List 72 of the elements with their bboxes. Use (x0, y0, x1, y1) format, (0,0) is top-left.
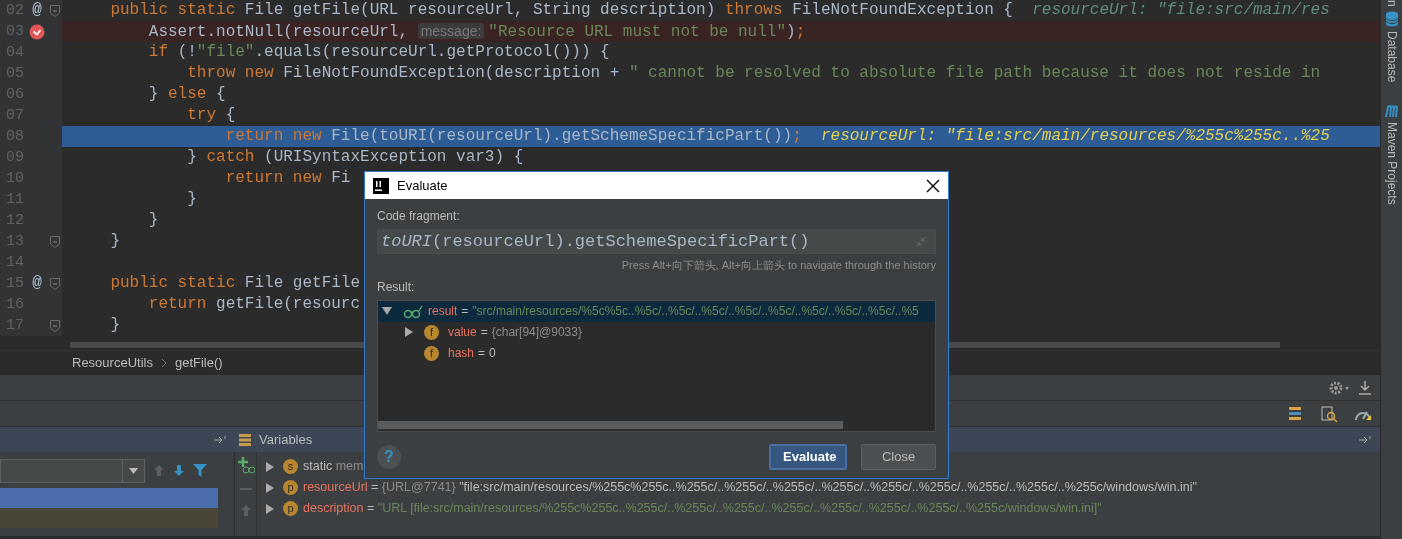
dialog-title: Evaluate (397, 176, 449, 195)
code-line: } (109, 315, 120, 336)
close-button[interactable]: Close (861, 444, 936, 470)
fold-icon[interactable] (50, 319, 60, 332)
expand-arrow-icon[interactable] (265, 503, 275, 514)
hide-icon[interactable] (1358, 379, 1372, 396)
database-icon[interactable] (1384, 10, 1399, 27)
result-entry[interactable]: hash = 0 (448, 344, 496, 362)
expand-arrow-icon[interactable] (382, 306, 392, 316)
caret-icon (129, 468, 138, 474)
tool-window-tab[interactable]: Maven Projects (1382, 122, 1401, 205)
code-fragment-field[interactable]: toURI(resourceUrl).getSchemeSpecificPart() (377, 229, 936, 254)
code-line: } catch (URISyntaxException var3) { (186, 147, 524, 168)
up-arrow-icon[interactable] (239, 504, 252, 517)
tool-window-tab[interactable]: Database (1382, 30, 1401, 83)
field-badge: p (283, 480, 298, 495)
expand-arrow-icon[interactable] (404, 327, 414, 337)
field-badge: p (283, 501, 298, 516)
collapse-icon[interactable] (915, 235, 927, 248)
code-line: } else { (147, 84, 226, 105)
watch-result-icon (402, 303, 424, 319)
override-marker[interactable]: @ (32, 273, 42, 294)
result-label: Result: (377, 278, 416, 296)
field-label: Code fragment: (377, 208, 461, 225)
breadcrumb-item[interactable]: getFile() (174, 353, 223, 373)
parameter-hint: message: (417, 23, 485, 39)
expand-arrow-icon[interactable] (265, 461, 275, 472)
code-line: return new File(toURI(resourceUrl).getSchemeSpecificPart()); resourceUrl: "file:src/main/resources/%255c%255c..%25 (224, 126, 1330, 147)
settings-icon[interactable] (1328, 379, 1350, 396)
app-logo-icon (373, 177, 389, 194)
variable-entry[interactable]: resourceUrl = {URL@7741} "file:src/main/resources/%255c%255c..%255c/..%255c/..%255c/..%255c/..%255c/..%255c/..%255c/..%255c/..%255c/windows/win.ini" (303, 478, 1197, 497)
evaluate-button[interactable]: Evaluate (769, 444, 847, 470)
code-line: } (186, 189, 197, 210)
fold-icon[interactable] (50, 235, 60, 248)
filter-icon[interactable] (193, 463, 207, 477)
maven-icon[interactable] (1383, 104, 1400, 119)
pin-icon[interactable] (213, 434, 227, 445)
field-badge: f (424, 345, 439, 361)
code-line: throw new FileNotFoundException(description + " cannot be resolved to absolute file path because it does not reside in (186, 63, 1321, 84)
field-badge: f (424, 324, 439, 340)
code-line: Assert.notNull(resourceUrl, message: "Resource URL must not be null"); (147, 22, 806, 42)
code-line: } (147, 210, 159, 231)
code-line: try { (186, 105, 236, 126)
code-line: public static File getFile(URL resourceUrl, String description) throws FileNotFoundException { resourceUrl: "file:src/main/res (109, 0, 1330, 21)
code-line: return getFile(resourc (147, 294, 361, 315)
variables-icon (239, 433, 251, 446)
panel-title: Variables (259, 430, 313, 449)
field-badge: s (283, 459, 298, 474)
chevron-icon (160, 358, 167, 368)
override-marker[interactable]: @ (32, 0, 42, 21)
add-watch-icon[interactable] (236, 456, 255, 474)
breadcrumb-item[interactable]: ResourceUtils (72, 353, 153, 373)
breakpoint-icon[interactable] (29, 23, 45, 40)
fold-icon[interactable] (50, 4, 60, 17)
close-icon[interactable] (926, 178, 940, 193)
up-arrow-icon[interactable] (153, 463, 165, 477)
code-line: } (109, 231, 120, 252)
variable-entry[interactable]: description = "URL [file:src/main/resources/%255c%255c..%255c/..%255c/..%255c/..%255c/..%255c/..%255c/..%255c/..%255c/windows/win.ini]" (303, 499, 1102, 518)
result-entry[interactable]: value = {char[94]@9033} (448, 323, 582, 341)
code-line: if (!"file".equals(resourceUrl.getProtocol())) { (147, 42, 610, 63)
fold-icon[interactable] (50, 277, 60, 290)
code-line: return new Fi (224, 168, 351, 189)
pin-icon[interactable] (1358, 434, 1372, 445)
code-line: public static File getFile (109, 273, 361, 294)
variable-entry[interactable]: static mem (303, 457, 364, 476)
tool-window-tab[interactable]: n (1382, 0, 1401, 7)
expand-arrow-icon[interactable] (265, 482, 275, 493)
history-hint: Press Alt+向下箭头, Alt+向上箭头 to navigate through the history (620, 258, 936, 273)
stack-icon[interactable] (1286, 404, 1304, 423)
horizontal-scrollbar[interactable] (378, 420, 843, 429)
down-arrow-icon[interactable] (173, 463, 185, 477)
inspect-icon[interactable] (1320, 404, 1338, 423)
